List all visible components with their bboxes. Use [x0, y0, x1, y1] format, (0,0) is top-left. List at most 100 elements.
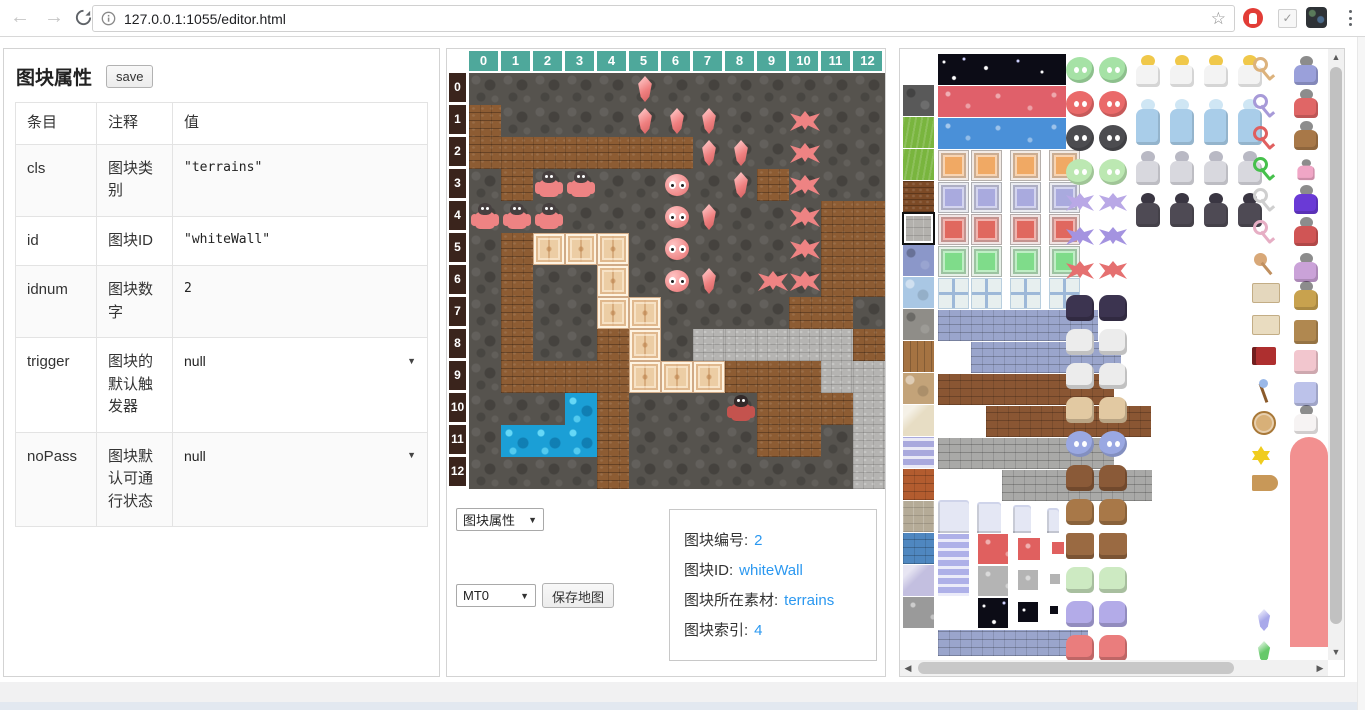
tileset-sprite-row0-frame2[interactable] — [1202, 55, 1230, 87]
tileset-item-key-0[interactable] — [1252, 56, 1278, 82]
map-cell-r6c3[interactable] — [565, 265, 597, 297]
tileset-sprite-row1-frame2[interactable] — [1202, 99, 1230, 145]
property-value[interactable]: "terrains" — [173, 145, 427, 216]
map-cell-r5c7[interactable] — [693, 233, 725, 265]
tileset-item-key-5[interactable] — [1252, 219, 1278, 245]
back-icon[interactable]: ← — [10, 6, 30, 28]
map-cell-r8c0[interactable] — [469, 329, 501, 361]
tileset-item-scroll-8[interactable] — [1252, 315, 1280, 335]
map-cell-r12c8[interactable] — [725, 457, 757, 489]
map-cell-r7c2[interactable] — [533, 297, 565, 329]
map-cell-r3c9[interactable] — [757, 169, 789, 201]
tileset-item-star-12[interactable] — [1252, 443, 1278, 469]
tileset-terrain-3[interactable] — [903, 181, 934, 212]
tileset-npc-6[interactable] — [1292, 253, 1320, 283]
map-cell-r6c5[interactable] — [629, 265, 661, 297]
tileset-deco-21[interactable] — [1010, 278, 1041, 309]
map-cell-r9c0[interactable] — [469, 361, 501, 393]
map-cell-r12c6[interactable] — [661, 457, 693, 489]
map-cell-r0c1[interactable] — [501, 73, 533, 105]
map-cell-r11c10[interactable] — [789, 425, 821, 457]
map-cell-r5c4[interactable] — [597, 233, 629, 265]
tileset-sprite-row0-frame0[interactable] — [1134, 55, 1162, 87]
map-cell-r11c1[interactable] — [501, 425, 533, 457]
map-cell-r11c6[interactable] — [661, 425, 693, 457]
tileset-item-fan-13[interactable] — [1252, 475, 1278, 491]
map-cell-r0c3[interactable] — [565, 73, 597, 105]
map-cell-r1c4[interactable] — [597, 105, 629, 137]
tileset-terrain-11[interactable] — [903, 437, 934, 468]
tileset-sprite-row0-frame1[interactable] — [1168, 55, 1196, 87]
map-cell-r7c12[interactable] — [853, 297, 885, 329]
map-cell-r9c7[interactable] — [693, 361, 725, 393]
map-cell-r0c6[interactable] — [661, 73, 693, 105]
tileset-terrain-14[interactable] — [903, 533, 934, 564]
map-cell-r5c6[interactable] — [661, 233, 693, 265]
map-cell-r5c12[interactable] — [853, 233, 885, 265]
map-cell-r11c8[interactable] — [725, 425, 757, 457]
tileset-terrain-6[interactable] — [903, 277, 934, 308]
map-cell-r10c11[interactable] — [821, 393, 853, 425]
tileset-monster-10-frame1[interactable] — [1099, 397, 1127, 423]
map-cell-r12c3[interactable] — [565, 457, 597, 489]
tileset-deco-0[interactable] — [938, 54, 1066, 85]
tileset-item-scroll-7[interactable] — [1252, 283, 1280, 303]
scroll-up-icon[interactable]: ▲ — [1328, 49, 1344, 65]
tileset-vertical-scrollbar[interactable]: ▲ ▼ — [1328, 49, 1344, 660]
tileset-deco-35[interactable] — [1018, 538, 1040, 560]
tileset-terrain-0[interactable] — [903, 85, 934, 116]
vertical-scroll-thumb[interactable] — [1330, 67, 1342, 624]
map-cell-r3c12[interactable] — [853, 169, 885, 201]
refresh-icon[interactable] — [74, 8, 93, 27]
map-cell-r6c11[interactable] — [821, 265, 853, 297]
tileset-monster-13-frame1[interactable] — [1099, 499, 1127, 525]
map-cell-r8c4[interactable] — [597, 329, 629, 361]
map-cell-r2c3[interactable] — [565, 137, 597, 169]
tileset-npc-4[interactable] — [1292, 185, 1320, 215]
map-cell-r2c6[interactable] — [661, 137, 693, 169]
map-cell-r4c5[interactable] — [629, 201, 661, 233]
url-bar[interactable]: 127.0.0.1:1055/editor.html ☆ — [92, 5, 1235, 32]
map-cell-r9c8[interactable] — [725, 361, 757, 393]
info-value[interactable]: terrains — [784, 592, 834, 609]
url-text[interactable]: 127.0.0.1:1055/editor.html — [124, 11, 1211, 27]
map-cell-r11c2[interactable] — [533, 425, 565, 457]
bookmark-star-icon[interactable]: ☆ — [1211, 9, 1226, 29]
map-cell-r4c7[interactable] — [693, 201, 725, 233]
map-cell-r5c10[interactable] — [789, 233, 821, 265]
tileset-deco-12[interactable] — [971, 214, 1002, 245]
tileset-monster-3-frame0[interactable] — [1066, 159, 1094, 185]
tileset-monster-7-frame0[interactable] — [1066, 295, 1094, 321]
map-cell-r0c2[interactable] — [533, 73, 565, 105]
map-cell-r12c1[interactable] — [501, 457, 533, 489]
map-cell-r12c5[interactable] — [629, 457, 661, 489]
extension-check-icon[interactable]: ✓ — [1278, 9, 1297, 28]
map-cell-r9c9[interactable] — [757, 361, 789, 393]
map-cell-r4c11[interactable] — [821, 201, 853, 233]
tileset-deco-5[interactable] — [1010, 150, 1041, 181]
tileset-deco-13[interactable] — [1010, 214, 1041, 245]
map-cell-r0c5[interactable] — [629, 73, 661, 105]
tileset-deco-38[interactable] — [1018, 570, 1038, 590]
scroll-down-icon[interactable]: ▼ — [1328, 644, 1344, 660]
tileset-monster-14-frame1[interactable] — [1099, 533, 1127, 559]
map-cell-r9c2[interactable] — [533, 361, 565, 393]
tileset-deco-41[interactable] — [1018, 602, 1038, 622]
map-cell-r12c12[interactable] — [853, 457, 885, 489]
map-cell-r11c4[interactable] — [597, 425, 629, 457]
map-cell-r0c7[interactable] — [693, 73, 725, 105]
map-cell-r2c11[interactable] — [821, 137, 853, 169]
tileset-npc-9[interactable] — [1292, 341, 1320, 371]
map-cell-r10c4[interactable] — [597, 393, 629, 425]
tileset-terrain-13[interactable] — [903, 501, 934, 532]
tileset-npc-0[interactable] — [1292, 56, 1320, 86]
map-cell-r6c10[interactable] — [789, 265, 821, 297]
browser-avatar[interactable] — [1306, 7, 1327, 28]
tileset-npc-7[interactable] — [1292, 281, 1320, 311]
map-cell-r9c1[interactable] — [501, 361, 533, 393]
tileset-deco-10[interactable] — [1049, 182, 1080, 213]
map-cell-r6c7[interactable] — [693, 265, 725, 297]
tileset-monster-6-frame1[interactable] — [1099, 261, 1127, 279]
tileset-monster-15-frame0[interactable] — [1066, 567, 1094, 593]
map-cell-r12c7[interactable] — [693, 457, 725, 489]
